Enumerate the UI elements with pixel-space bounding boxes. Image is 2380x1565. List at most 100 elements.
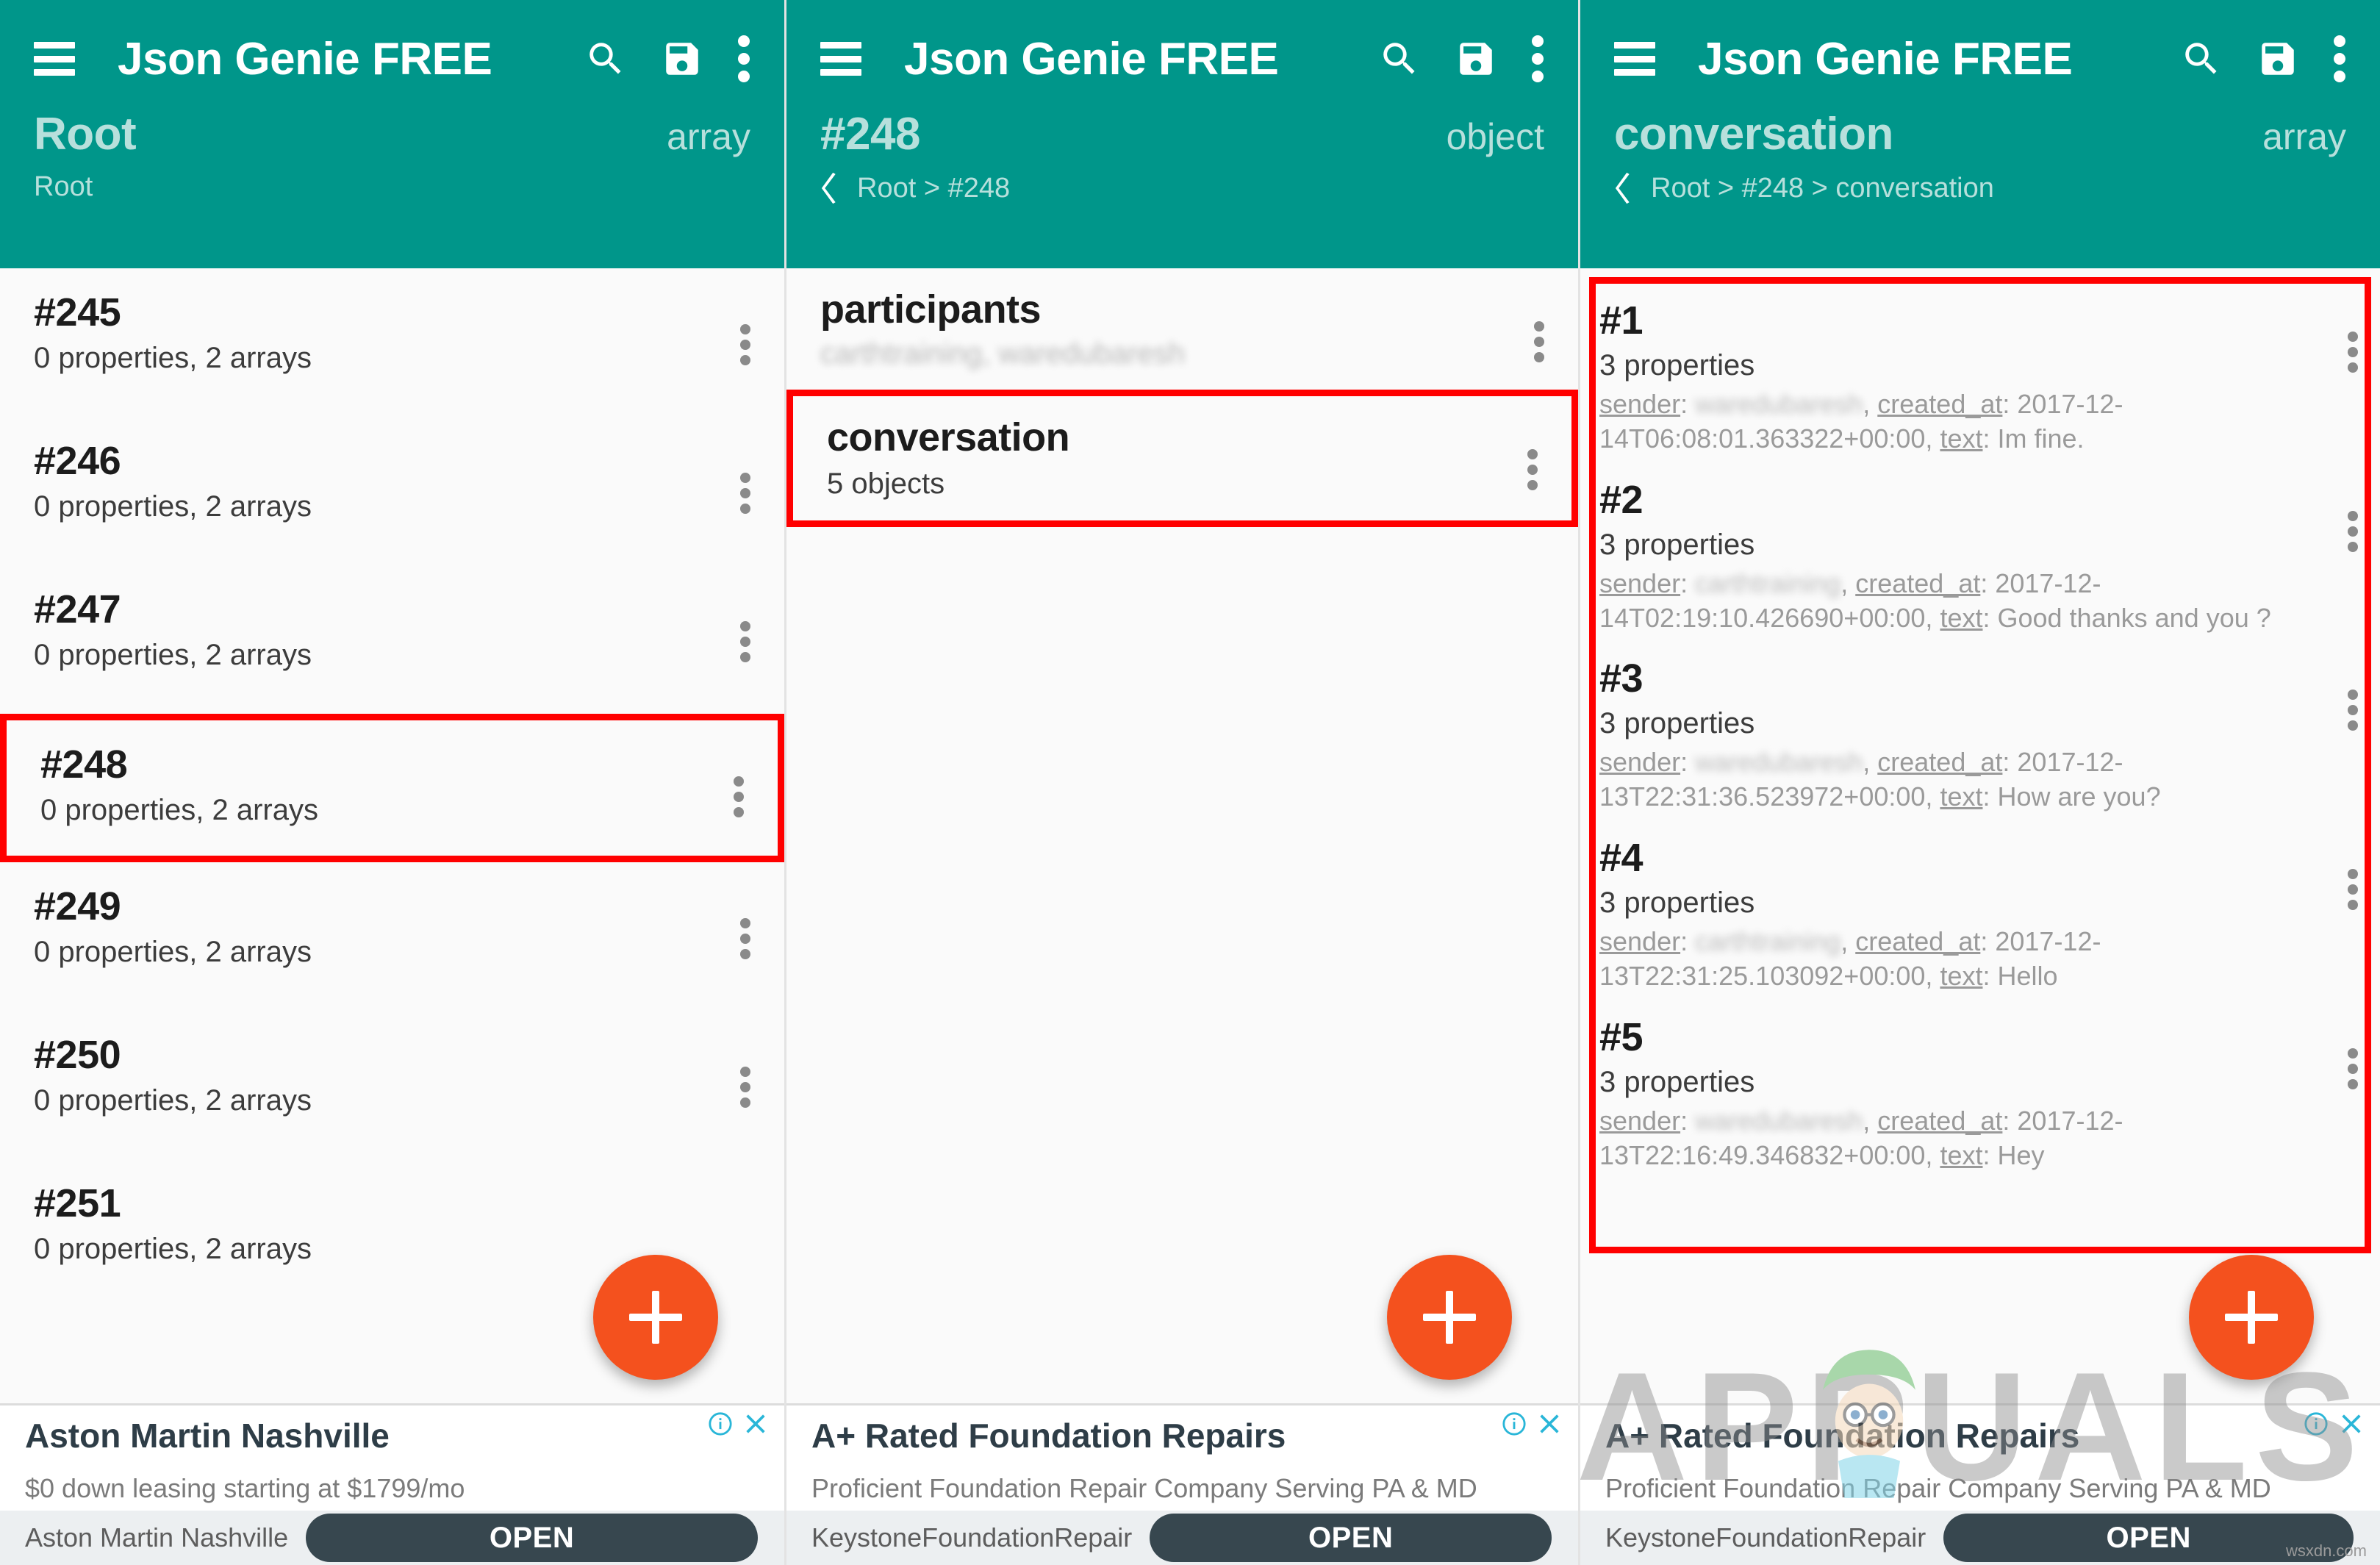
- ad-content: Aston Martin Nashville $0 down leasing s…: [0, 1405, 784, 1511]
- hamburger-menu-icon[interactable]: [1614, 42, 1655, 76]
- ad-advertiser: Aston Martin Nashville: [25, 1522, 289, 1553]
- node-type: array: [667, 116, 750, 158]
- list-item[interactable]: #247 0 properties, 2 arrays: [0, 565, 784, 714]
- kebab-menu-icon[interactable]: [740, 621, 750, 662]
- hamburger-menu-icon[interactable]: [34, 42, 75, 76]
- list-item[interactable]: #249 0 properties, 2 arrays: [0, 862, 784, 1011]
- message-detail: sender: carthtraining, created_at: 2017-…: [1599, 567, 2271, 633]
- app-bar-top-conversation: Json Genie FREE: [1580, 0, 2380, 118]
- add-fab-button[interactable]: [1387, 1255, 1512, 1380]
- list-item-conversation-highlighted[interactable]: conversation 5 objects: [786, 390, 1578, 527]
- ad-open-button[interactable]: OPEN: [306, 1514, 758, 1562]
- ad-content: A+ Rated Foundation Repairs Proficient F…: [786, 1405, 1578, 1511]
- kebab-menu-icon[interactable]: [740, 473, 750, 514]
- list-item[interactable]: #245 0 properties, 2 arrays: [0, 268, 784, 417]
- save-icon[interactable]: [2257, 37, 2299, 80]
- ad-info-icon[interactable]: [1502, 1411, 1527, 1436]
- app-screenshot: Json Genie FREE Root array Root #245 0 p…: [0, 0, 2380, 1565]
- node-list-root: #245 0 properties, 2 arrays #246 0 prope…: [0, 268, 784, 1308]
- created-label: created_at: [1877, 389, 2003, 420]
- sender-label: sender: [1599, 389, 1681, 420]
- breadcrumb[interactable]: Root > #248: [857, 173, 1010, 204]
- ad-headline: A+ Rated Foundation Repairs: [1605, 1417, 2080, 1455]
- sender-label: sender: [1599, 926, 1681, 957]
- kebab-menu-icon[interactable]: [2348, 869, 2358, 911]
- list-item-title: #245: [34, 290, 121, 334]
- message-detail: sender: waredubaresh, created_at: 2017-1…: [1599, 747, 2161, 812]
- kebab-menu-icon[interactable]: [1531, 35, 1544, 82]
- message-index: #2: [1599, 477, 1644, 522]
- add-fab-button[interactable]: [593, 1255, 718, 1380]
- ad-banner[interactable]: A+ Rated Foundation Repairs Proficient F…: [786, 1403, 1578, 1565]
- kebab-menu-icon[interactable]: [740, 918, 750, 959]
- kebab-menu-icon[interactable]: [1527, 449, 1538, 491]
- kebab-menu-icon[interactable]: [2348, 690, 2358, 731]
- text-value: Good thanks and you ?: [1997, 602, 2271, 633]
- kebab-menu-icon[interactable]: [740, 1067, 750, 1108]
- list-item-title: #250: [34, 1033, 121, 1077]
- kebab-menu-icon[interactable]: [2333, 35, 2346, 82]
- hamburger-menu-icon[interactable]: [820, 42, 861, 76]
- list-item[interactable]: #250 0 properties, 2 arrays: [0, 1011, 784, 1159]
- ad-open-button[interactable]: OPEN: [1150, 1514, 1552, 1562]
- message-item[interactable]: #3 3 properties sender: waredubaresh, cr…: [1580, 645, 2380, 825]
- text-value: Im fine.: [1997, 423, 2085, 454]
- message-detail: sender: waredubaresh, created_at: 2017-1…: [1599, 1105, 2123, 1170]
- kebab-menu-icon[interactable]: [2348, 1047, 2358, 1089]
- node-name: Root: [34, 109, 137, 160]
- list-item-title: #247: [34, 587, 121, 631]
- list-item-subtitle: 0 properties, 2 arrays: [34, 639, 312, 672]
- search-icon[interactable]: [584, 37, 627, 80]
- ad-badges: [708, 1411, 768, 1436]
- message-item[interactable]: #5 3 properties sender: waredubaresh, cr…: [1580, 1004, 2380, 1183]
- message-item[interactable]: #4 3 properties sender: carthtraining, c…: [1580, 825, 2380, 1004]
- back-chevron-icon[interactable]: [1614, 171, 1633, 205]
- list-item-subtitle: 0 properties, 2 arrays: [34, 936, 312, 969]
- ad-info-icon[interactable]: [2304, 1411, 2329, 1436]
- message-index: #5: [1599, 1014, 1644, 1059]
- breadcrumb[interactable]: Root > #248 > conversation: [1651, 173, 1994, 204]
- message-item[interactable]: #2 3 properties sender: carthtraining, c…: [1580, 467, 2380, 646]
- list-item-title: participants: [820, 287, 1042, 332]
- search-icon[interactable]: [2180, 37, 2223, 80]
- app-bar-actions-conversation: [2180, 35, 2346, 82]
- ad-close-icon[interactable]: [743, 1411, 768, 1436]
- list-item-subtitle: 0 properties, 2 arrays: [34, 1084, 312, 1117]
- kebab-menu-icon[interactable]: [1534, 321, 1544, 362]
- list-item-participants[interactable]: participants carthtraining, waredubaresh: [786, 268, 1578, 390]
- kebab-menu-icon[interactable]: [734, 776, 744, 817]
- list-item[interactable]: #246 0 properties, 2 arrays: [0, 417, 784, 565]
- kebab-menu-icon[interactable]: [740, 324, 750, 365]
- breadcrumb[interactable]: Root: [34, 171, 93, 203]
- save-icon[interactable]: [1455, 37, 1497, 80]
- ad-info-icon[interactable]: [708, 1411, 733, 1436]
- list-item-title: #249: [34, 884, 121, 928]
- created-label: created_at: [1855, 567, 1981, 598]
- add-plus-icon: [1423, 1291, 1476, 1344]
- kebab-menu-icon[interactable]: [737, 35, 750, 82]
- ad-close-icon[interactable]: [1537, 1411, 1562, 1436]
- ad-headline: Aston Martin Nashville: [25, 1417, 390, 1455]
- panel-root: Json Genie FREE Root array Root #245 0 p…: [0, 0, 786, 1565]
- ad-close-icon[interactable]: [2339, 1411, 2364, 1436]
- text-label: text: [1940, 781, 1983, 812]
- app-title: Json Genie FREE: [118, 33, 492, 85]
- list-item-248-highlighted[interactable]: #248 0 properties, 2 arrays: [0, 714, 784, 862]
- message-properties: 3 properties: [1599, 707, 1755, 740]
- ad-advertiser: KeystoneFoundationRepair: [811, 1522, 1133, 1553]
- save-icon[interactable]: [661, 37, 703, 80]
- kebab-menu-icon[interactable]: [2348, 332, 2358, 373]
- app-bar-conversation: Json Genie FREE conversation array Root …: [1580, 0, 2380, 268]
- sender-label: sender: [1599, 747, 1681, 778]
- kebab-menu-icon[interactable]: [2348, 510, 2358, 552]
- sender-value-redacted: waredubaresh: [1695, 1105, 1863, 1136]
- ad-banner[interactable]: A+ Rated Foundation Repairs Proficient F…: [1580, 1403, 2380, 1565]
- ad-banner[interactable]: Aston Martin Nashville $0 down leasing s…: [0, 1403, 784, 1565]
- message-item[interactable]: #1 3 properties sender: waredubaresh, cr…: [1580, 287, 2380, 467]
- add-fab-button[interactable]: [2189, 1255, 2314, 1380]
- back-chevron-icon[interactable]: [820, 171, 839, 205]
- list-item-subtitle: 0 properties, 2 arrays: [34, 490, 312, 523]
- message-index: #1: [1599, 298, 1644, 343]
- text-label: text: [1940, 602, 1983, 633]
- search-icon[interactable]: [1378, 37, 1421, 80]
